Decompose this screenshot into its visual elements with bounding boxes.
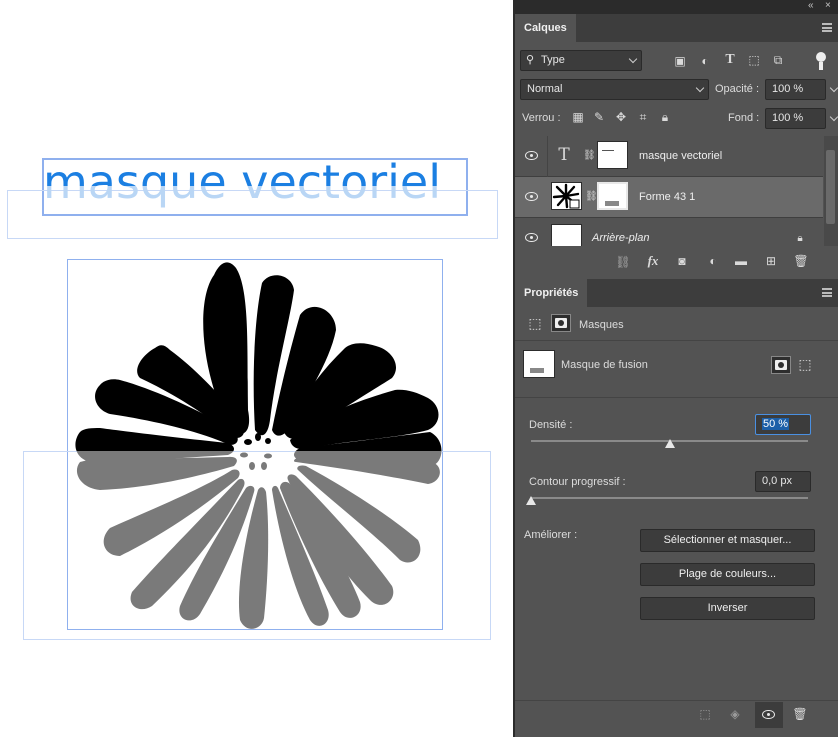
scrollbar-thumb[interactable] xyxy=(826,150,835,224)
fill-label: Fond : xyxy=(728,112,760,124)
toggle-mask-visibility[interactable] xyxy=(755,702,783,728)
layer-name: Arrière-plan xyxy=(592,232,650,244)
chevron-down-icon xyxy=(695,83,705,93)
density-slider-thumb[interactable] xyxy=(664,439,675,448)
tab-properties[interactable]: Propriétés xyxy=(515,279,588,307)
lock-label: Verrou : xyxy=(522,112,561,124)
background-thumbnail[interactable] xyxy=(551,224,582,246)
color-range-button[interactable]: Plage de couleurs... xyxy=(640,563,815,586)
text-layer-icon: T xyxy=(558,145,570,165)
filter-toggle-icon[interactable] xyxy=(815,51,827,71)
invert-button[interactable]: Inverser xyxy=(640,597,815,620)
feather-slider[interactable] xyxy=(531,497,808,499)
density-label: Densité : xyxy=(529,419,573,431)
layer-name: Forme 43 1 xyxy=(639,191,696,203)
chevron-down-icon xyxy=(628,54,638,64)
flower-shape[interactable] xyxy=(0,0,513,737)
visibility-eye-icon[interactable] xyxy=(525,192,538,201)
vector-mask-thumbnail[interactable] xyxy=(597,141,628,169)
filter-shape-icon[interactable]: ⬚ xyxy=(747,53,761,67)
tab-layers[interactable]: Calques xyxy=(515,14,576,42)
layers-footer: ⛓ fx ◙ ◐ ▬ ⊞ 🗑︎ xyxy=(515,247,838,277)
layers-tabbar: Calques xyxy=(515,14,838,42)
link-icon[interactable]: ⛓ xyxy=(585,190,598,204)
density-value: 50 % xyxy=(762,418,790,430)
layers-list: T ⛓ masque vectoriel ⛓ Forme 43 1 Arrièr… xyxy=(515,136,823,246)
mask-preview-thumbnail xyxy=(523,350,555,378)
properties-panel-menu-icon[interactable] xyxy=(822,288,832,297)
trash-icon[interactable]: 🗑︎ xyxy=(792,707,808,721)
chevron-down-icon[interactable] xyxy=(829,112,838,122)
visibility-eye-icon[interactable] xyxy=(525,233,538,242)
opacity-input[interactable]: 100 % xyxy=(765,79,838,100)
visibility-eye-icon[interactable] xyxy=(525,151,538,160)
layer-divider xyxy=(547,136,548,177)
feather-slider-thumb[interactable] xyxy=(526,496,536,505)
lock-artboard-icon[interactable]: ⌗ xyxy=(636,110,650,124)
feather-value: 0,0 px xyxy=(762,475,792,487)
chevron-down-icon[interactable] xyxy=(829,83,838,93)
layers-scrollbar[interactable] xyxy=(824,136,838,246)
filter-adjustment-icon[interactable]: ◐ xyxy=(698,54,712,68)
close-dock-icon[interactable]: × xyxy=(825,0,831,11)
folder-icon[interactable]: ▬ xyxy=(733,254,749,268)
filter-smart-object-icon[interactable]: ⧉ xyxy=(771,53,785,67)
lock-all-icon[interactable]: 🔒︎ xyxy=(658,110,672,124)
layer-mask-thumbnail[interactable] xyxy=(597,182,628,210)
opacity-value: 100 % xyxy=(772,83,804,95)
refine-label: Améliorer : xyxy=(524,529,578,541)
feather-input[interactable]: 0,0 px xyxy=(755,471,811,492)
layers-panel-menu-icon[interactable] xyxy=(822,23,832,32)
filter-pixel-icon[interactable]: ▣ xyxy=(673,54,687,68)
layer-row-shape[interactable]: ⛓ Forme 43 1 xyxy=(515,177,823,218)
layer-filter-select[interactable]: ⚲ Type xyxy=(520,50,642,71)
filter-text-icon[interactable]: T xyxy=(723,53,737,67)
layer-filter-value: Type xyxy=(541,54,565,66)
eye-icon xyxy=(762,710,775,719)
opacity-label: Opacité : xyxy=(715,83,760,95)
select-vector-mask-icon[interactable]: ⬚ xyxy=(797,357,813,371)
shape-layer-thumbnail[interactable] xyxy=(551,182,582,210)
new-layer-icon[interactable]: ⊞ xyxy=(763,254,779,268)
properties-tabbar: Propriétés xyxy=(515,279,838,307)
layer-row-background[interactable]: Arrière-plan 🔒︎ xyxy=(515,218,823,246)
select-pixel-mask-icon[interactable] xyxy=(771,356,791,374)
mask-type-label: Masque de fusion xyxy=(561,359,648,371)
lock-transparency-icon[interactable]: ▦ xyxy=(571,110,585,124)
dock-top-bar: « × xyxy=(515,0,838,14)
select-and-mask-button[interactable]: Sélectionner et masquer... xyxy=(640,529,815,552)
fill-value: 100 % xyxy=(772,112,804,124)
feather-label: Contour progressif : xyxy=(529,476,626,488)
document-canvas[interactable]: masque vectoriel masque vectoriel xyxy=(0,0,513,737)
properties-footer: ⬚ ◈ 🗑︎ xyxy=(515,701,838,737)
link-layers-icon[interactable]: ⛓ xyxy=(615,255,631,269)
flower-thumbnail-icon xyxy=(552,183,580,209)
apply-mask-icon[interactable]: ◈ xyxy=(727,707,743,721)
trash-icon[interactable]: 🗑︎ xyxy=(793,254,809,268)
lock-position-icon[interactable]: ✥ xyxy=(614,110,628,124)
fill-input[interactable]: 100 % xyxy=(765,108,838,129)
search-icon: ⚲ xyxy=(526,54,535,66)
load-selection-icon[interactable]: ⬚ xyxy=(697,707,713,721)
lock-icon: 🔒︎ xyxy=(797,233,803,244)
layer-name: masque vectoriel xyxy=(639,150,723,162)
fx-icon[interactable]: fx xyxy=(645,254,661,268)
divider xyxy=(515,340,838,341)
blend-mode-value: Normal xyxy=(527,83,563,95)
adjustment-layer-icon[interactable]: ◐ xyxy=(705,254,721,268)
right-panel-dock: « × Calques ⚲ Type ▣ ◐ T ⬚ ⧉ Normal Opac… xyxy=(513,0,838,737)
pixel-mask-mode-icon[interactable] xyxy=(551,314,571,332)
masks-label: Masques xyxy=(579,319,624,331)
layer-row-text[interactable]: T ⛓ masque vectoriel xyxy=(515,136,823,177)
divider xyxy=(515,397,838,398)
collapse-dock-icon[interactable]: « xyxy=(808,0,814,11)
vector-mask-mode-icon[interactable]: ⬚ xyxy=(527,316,543,330)
link-icon[interactable]: ⛓ xyxy=(583,149,596,163)
add-mask-icon[interactable]: ◙ xyxy=(674,254,690,268)
blend-mode-select[interactable]: Normal xyxy=(520,79,709,100)
density-input[interactable]: 50 % xyxy=(755,414,811,435)
lock-pixels-icon[interactable]: ✎ xyxy=(592,110,606,124)
